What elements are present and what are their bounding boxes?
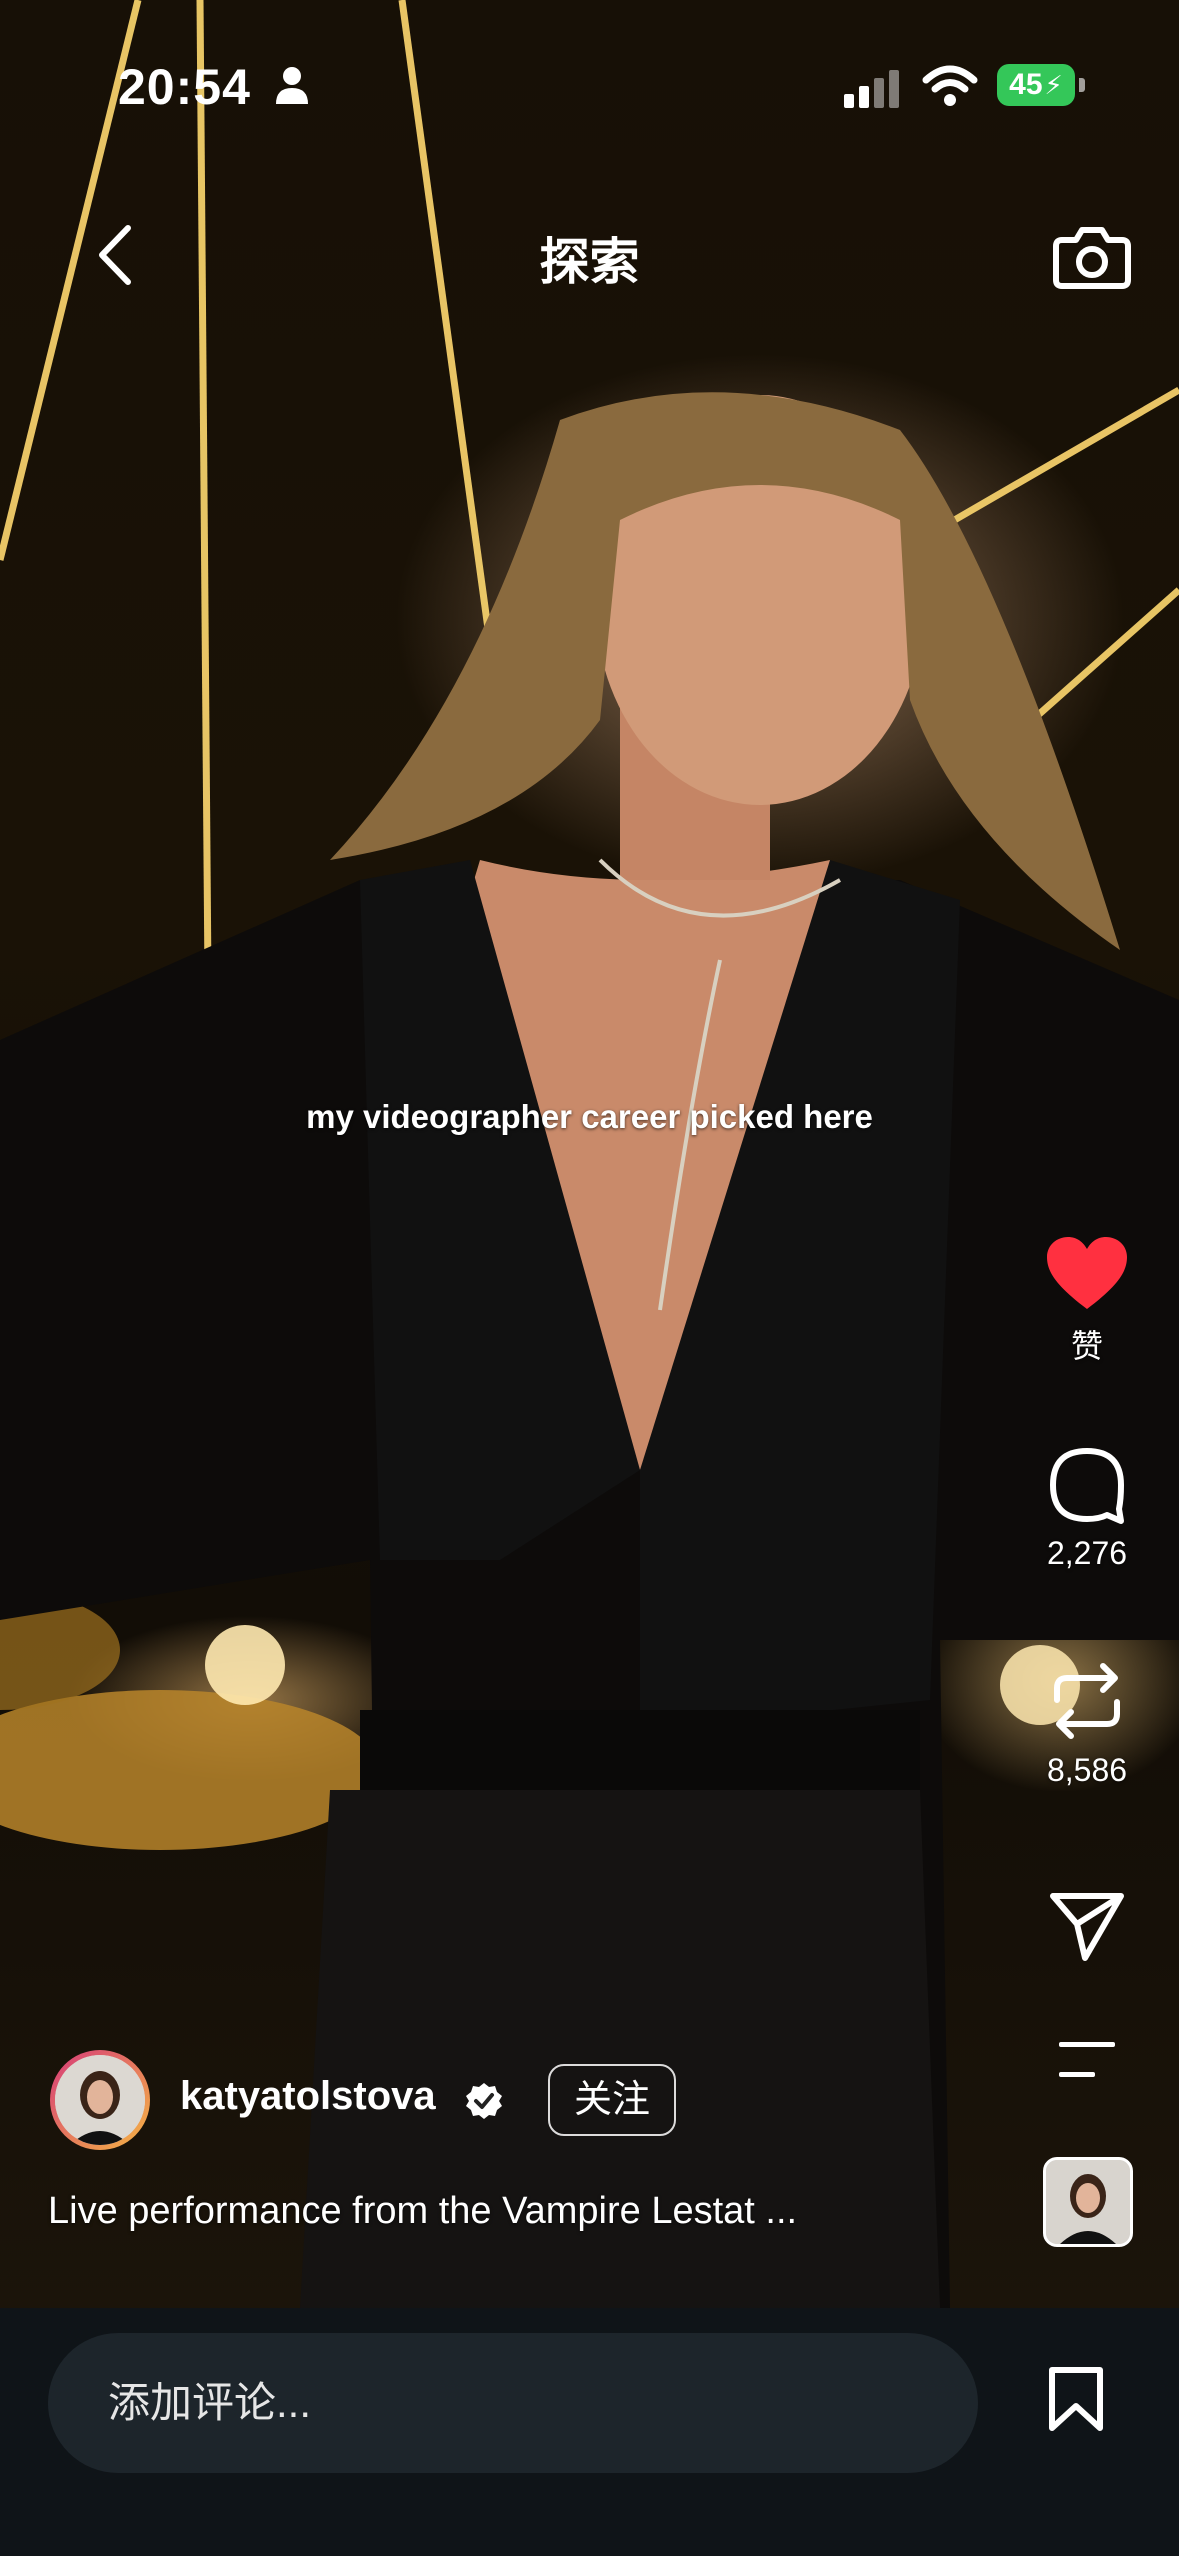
battery-cap xyxy=(1079,78,1085,92)
battery-level: 45 xyxy=(1009,68,1043,101)
status-time: 20:54 xyxy=(118,59,251,115)
status-bar: 20:54 45 ⚡ xyxy=(0,0,1179,170)
like-label: 赞 xyxy=(1070,1328,1103,1364)
signal-icon xyxy=(844,70,899,108)
bookmark-icon[interactable] xyxy=(1046,2366,1106,2432)
avatar[interactable] xyxy=(50,2050,150,2150)
battery-indicator: 45 ⚡ xyxy=(997,64,1075,106)
page-title: 探索 xyxy=(539,234,640,290)
video-overlay-text: my videographer career picked here xyxy=(306,1098,873,1135)
repost-count: 8,586 xyxy=(1046,1752,1128,1788)
repost-button[interactable]: 8,586 xyxy=(1032,1660,1142,1789)
top-bar: 探索 xyxy=(0,200,1179,310)
avatar-photo xyxy=(55,2055,145,2145)
person-icon xyxy=(276,67,308,104)
wifi-icon xyxy=(922,65,978,106)
verified-icon xyxy=(466,2083,502,2119)
comment-button[interactable]: 2,276 xyxy=(1032,1445,1142,1572)
caption-text[interactable]: Live performance from the Vampire Lestat… xyxy=(48,2190,948,2233)
follow-button[interactable]: 关注 xyxy=(548,2064,677,2136)
author-row: katyatolstova 关注 xyxy=(50,2050,950,2154)
comment-input[interactable]: 添加评论... xyxy=(48,2333,978,2473)
comment-count: 2,276 xyxy=(1046,1535,1128,1571)
bottom-bar: 添加评论... xyxy=(0,2308,1179,2556)
more-options-button[interactable] xyxy=(1032,2040,1142,2080)
comment-icon[interactable] xyxy=(1047,1445,1127,1525)
camera-icon[interactable] xyxy=(1050,214,1134,298)
repost-icon[interactable] xyxy=(1047,1660,1127,1742)
stage-scene xyxy=(0,0,1179,2308)
username[interactable]: katyatolstova xyxy=(180,2074,436,2119)
more-icon[interactable] xyxy=(1055,2040,1119,2080)
share-icon[interactable] xyxy=(1049,1890,1125,1962)
audio-thumbnail[interactable] xyxy=(1043,2157,1133,2247)
share-button[interactable] xyxy=(1032,1890,1142,1962)
like-button[interactable]: 赞 xyxy=(1032,1235,1142,1367)
heart-icon[interactable] xyxy=(1045,1235,1129,1311)
video-player[interactable] xyxy=(0,0,1179,2308)
